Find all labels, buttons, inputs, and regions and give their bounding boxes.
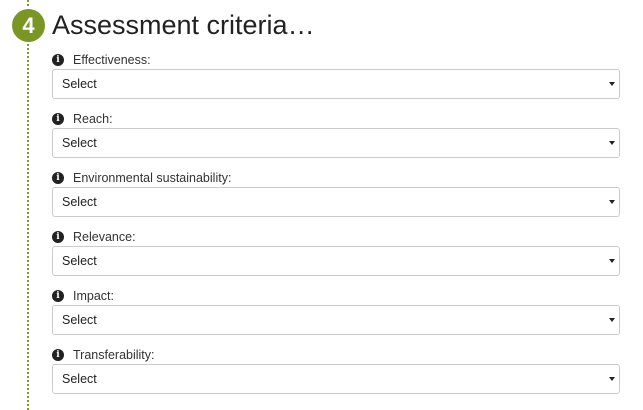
info-icon[interactable]: i [52,54,64,66]
impact-label: Impact: [73,289,114,303]
info-icon[interactable]: i [52,231,64,243]
reach-label: Reach: [73,112,113,126]
step-number-badge: 4 [12,9,45,42]
environmental-sustainability-select[interactable]: Select [52,187,620,217]
transferability-select[interactable]: Select [52,364,620,394]
caret-down-icon [609,259,615,263]
field-transferability: i Transferability: Select [52,347,620,406]
effectiveness-label: Effectiveness: [73,53,151,67]
relevance-select[interactable]: Select [52,246,620,276]
caret-down-icon [609,318,615,322]
relevance-label: Relevance: [73,230,136,244]
info-icon[interactable]: i [52,290,64,302]
field-label-row: i Reach: [52,111,620,127]
info-icon[interactable]: i [52,172,64,184]
field-effectiveness: i Effectiveness: Select [52,52,620,111]
caret-down-icon [609,141,615,145]
field-impact: i Impact: Select [52,288,620,347]
caret-down-icon [609,82,615,86]
assessment-criteria-form: i Effectiveness: Select i Reach: Select … [52,52,620,406]
step-connector-line [27,0,29,410]
section-title: Assessment criteria… [52,10,315,40]
environmental-sustainability-label: Environmental sustainability: [73,171,232,185]
field-label-row: i Transferability: [52,347,620,363]
environmental-sustainability-select-value: Select [62,195,97,209]
field-relevance: i Relevance: Select [52,229,620,288]
transferability-select-value: Select [62,372,97,386]
caret-down-icon [609,377,615,381]
caret-down-icon [609,200,615,204]
field-environmental-sustainability: i Environmental sustainability: Select [52,170,620,229]
reach-select-value: Select [62,136,97,150]
field-label-row: i Environmental sustainability: [52,170,620,186]
reach-select[interactable]: Select [52,128,620,158]
impact-select[interactable]: Select [52,305,620,335]
impact-select-value: Select [62,313,97,327]
field-label-row: i Relevance: [52,229,620,245]
relevance-select-value: Select [62,254,97,268]
transferability-label: Transferability: [73,348,155,362]
effectiveness-select-value: Select [62,77,97,91]
info-icon[interactable]: i [52,349,64,361]
effectiveness-select[interactable]: Select [52,69,620,99]
info-icon[interactable]: i [52,113,64,125]
field-label-row: i Effectiveness: [52,52,620,68]
field-reach: i Reach: Select [52,111,620,170]
field-label-row: i Impact: [52,288,620,304]
